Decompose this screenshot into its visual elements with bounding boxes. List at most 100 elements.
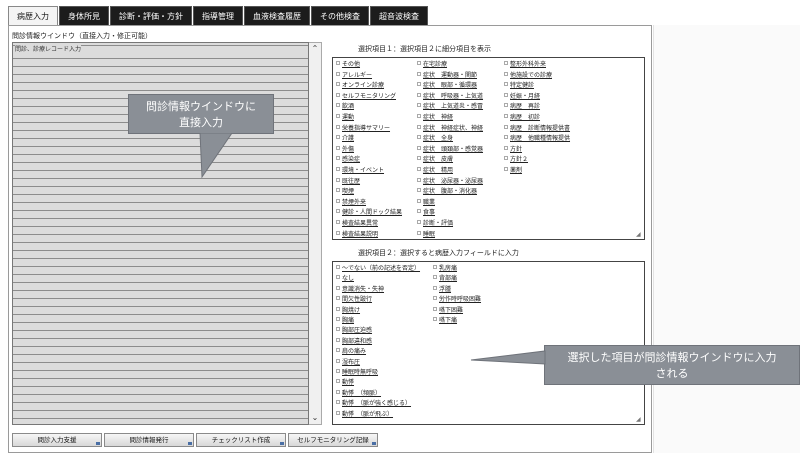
option-item[interactable]: 症状 眼部・循環器 <box>417 81 477 90</box>
interview-scrollbar[interactable]: ⌃ ⌄ <box>309 42 322 425</box>
option-label: 症状 上気道炎・感冒 <box>423 103 484 111</box>
option-item[interactable]: 病歴 診断情報提供書 <box>504 124 570 133</box>
option-item[interactable]: 背部痛 <box>433 274 457 283</box>
option-item[interactable]: 他施設での診療 <box>504 71 552 80</box>
option-item[interactable]: 乳房痛 <box>433 264 457 273</box>
bottom-button-row: 問診入力支援 問診情報発行 チェックリスト作成 セルフモニタリング記録 <box>12 433 380 447</box>
option-item[interactable]: 飲酒 <box>336 102 354 111</box>
option-item[interactable]: 動悸 （脈が飛ぶ） <box>336 410 393 419</box>
option-item[interactable]: 動悸 （脈が強く感じる） <box>336 399 411 408</box>
option-item[interactable]: 症状 全身 <box>417 134 453 143</box>
option-item[interactable]: 胸焼け <box>336 306 360 315</box>
option-label: 介護 <box>342 135 355 143</box>
option-label: オンライン診療 <box>342 82 385 90</box>
callout-right-tail <box>470 350 546 365</box>
option-item[interactable]: 職業 <box>417 198 435 207</box>
option-item[interactable]: 動悸 （頻脈） <box>336 389 381 398</box>
option-item[interactable]: 診断・評価 <box>417 219 453 228</box>
option-item[interactable]: 運動 <box>336 113 354 122</box>
option-item[interactable]: 症状 皮膚 <box>417 155 453 164</box>
option-item[interactable]: 症状 呼吸器・上気道 <box>417 92 483 101</box>
option-item[interactable]: 検査結果説明 <box>336 230 378 239</box>
scroll-down-icon[interactable]: ⌄ <box>309 412 321 424</box>
option-item[interactable]: 禁煙外来 <box>336 198 366 207</box>
option-item[interactable]: 症状 精用 <box>417 166 453 175</box>
option-item[interactable]: 整形外科外来 <box>504 60 546 69</box>
tab-diagnosis[interactable]: 診断・評価・方針 <box>110 6 192 26</box>
option-item[interactable]: 症状 神経症状、神経 <box>417 124 483 133</box>
option-item[interactable]: 栄養指導サマリー <box>336 124 390 133</box>
option-item[interactable]: 病歴 他職種情報提供 <box>504 134 570 143</box>
option-item[interactable]: 症状 運動器・関節 <box>417 71 477 80</box>
option-item[interactable]: 労作時呼吸困難 <box>433 295 481 304</box>
option-item[interactable]: 病歴 初診 <box>504 113 540 122</box>
resize-grip-icon[interactable]: ◢ <box>636 416 643 423</box>
option-item[interactable]: 外傷 <box>336 145 354 154</box>
option-item[interactable]: 症状 神経 <box>417 113 453 122</box>
checkbox-icon <box>417 82 421 87</box>
option-item[interactable]: 睡眠時無呼吸 <box>336 368 378 377</box>
option-item[interactable]: 薬剤 <box>504 166 522 175</box>
option-item[interactable]: 在宅診療 <box>417 60 447 69</box>
option-item[interactable]: 意識消失・失神 <box>336 285 384 294</box>
option-item[interactable]: 胸痛 <box>336 316 354 325</box>
resize-grip-icon[interactable]: ◢ <box>636 231 643 238</box>
option-item[interactable]: 環境・イベント <box>336 166 384 175</box>
tab-ultrasound[interactable]: 超音波検査 <box>370 6 428 26</box>
tab-history[interactable]: 病歴入力 <box>8 6 58 26</box>
option-item[interactable]: 既往歴 <box>336 177 360 186</box>
option-item[interactable]: その他 <box>336 60 360 69</box>
option-item[interactable]: 妊娠・月経 <box>504 92 540 101</box>
option-item[interactable]: 睡眠 <box>417 230 435 239</box>
issue-interview-info-button[interactable]: 問診情報発行 <box>104 433 194 447</box>
option-item[interactable]: 検査結果異常 <box>336 219 378 228</box>
tab-other-tests[interactable]: その他検査 <box>311 6 369 26</box>
option-item[interactable]: 嚥下痛 <box>433 316 457 325</box>
option-item[interactable]: 特定健診 <box>504 81 534 90</box>
callout-left-tail <box>199 133 233 178</box>
option-item[interactable]: 胸部違和感 <box>336 337 372 346</box>
option-item[interactable]: 浮腫 <box>433 285 451 294</box>
option-item[interactable]: 動悸 <box>336 378 354 387</box>
option-item[interactable]: 介護 <box>336 134 354 143</box>
option-item[interactable]: 健診・人間ドック結果 <box>336 208 402 217</box>
option-item[interactable]: 湿布圧 <box>336 358 360 367</box>
option-item[interactable]: 感染症 <box>336 155 360 164</box>
option-label: 検査結果説明 <box>342 230 379 238</box>
option-item[interactable]: 症状 泌尿器・泌尿器 <box>417 177 483 186</box>
option-item[interactable]: 症状 上気道炎・感冒 <box>417 102 483 111</box>
callout-selection-inserted: 選択した項目が問診情報ウインドウに入力 される <box>544 345 800 385</box>
interview-support-button[interactable]: 問診入力支援 <box>12 433 102 447</box>
option-label: 方針２ <box>510 156 529 164</box>
checkbox-icon <box>336 265 340 269</box>
option-item[interactable]: 食事 <box>417 208 435 217</box>
option-item[interactable]: セルフモニタリング <box>336 92 396 101</box>
option-item[interactable]: 胸部圧迫感 <box>336 326 372 335</box>
create-checklist-button[interactable]: チェックリスト作成 <box>196 433 286 447</box>
tab-physical[interactable]: 身体所見 <box>59 6 109 26</box>
option-item[interactable]: 肩の痛み <box>336 347 366 356</box>
option-item[interactable]: アレルギー <box>336 71 372 80</box>
option-label: その他 <box>342 61 361 68</box>
option-item[interactable]: なし <box>336 274 354 283</box>
option-item[interactable]: オンライン診療 <box>336 81 384 90</box>
option-label: 禁煙外来 <box>342 198 367 206</box>
tab-guidance[interactable]: 指導管理 <box>193 6 243 26</box>
scroll-up-icon[interactable]: ⌃ <box>309 43 321 55</box>
option-label: 睡眠 <box>423 230 436 238</box>
checkbox-icon <box>417 198 421 203</box>
option-item[interactable]: 方針 <box>504 145 522 154</box>
checkbox-icon <box>336 103 340 108</box>
option-item[interactable]: 嚥下困難 <box>433 306 463 315</box>
option-item[interactable]: ～でない（前の記述を否定） <box>336 264 420 273</box>
option-item[interactable]: 間欠性跛行 <box>336 295 372 304</box>
option-item[interactable]: 症状 腹部・消化器 <box>417 187 477 196</box>
option-item[interactable]: 症状 頭頚部・感覚器 <box>417 145 483 154</box>
option-item[interactable]: 方針２ <box>504 155 528 164</box>
checkbox-icon <box>417 124 421 129</box>
option-item[interactable]: 喫煙 <box>336 187 354 196</box>
tab-blood-test[interactable]: 血液検査履歴 <box>244 6 310 26</box>
option-label: なし <box>342 275 355 283</box>
option-item[interactable]: 病歴 再診 <box>504 102 540 111</box>
self-monitoring-record-button[interactable]: セルフモニタリング記録 <box>288 433 378 447</box>
